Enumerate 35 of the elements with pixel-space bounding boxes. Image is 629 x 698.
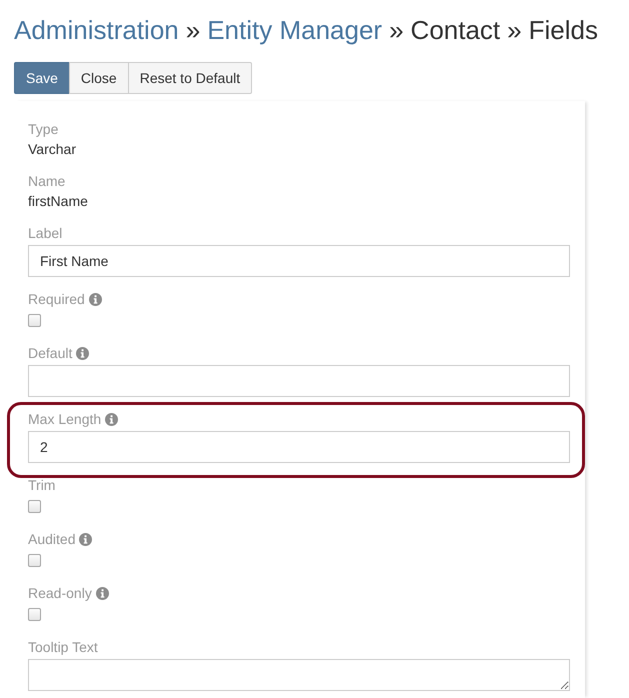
field-label: Name [28,172,66,191]
save-button[interactable]: Save [14,62,70,94]
field-value: Varchar [28,140,76,159]
checkbox[interactable] [28,608,41,621]
breadcrumb-separator: » [507,14,522,46]
field-label: Default [28,344,72,363]
field-label: Trim [28,476,56,495]
breadcrumb-item: Contact [410,14,500,46]
breadcrumb-item: Fields [528,14,598,46]
toolbar-button[interactable]: Reset to Default [128,62,252,94]
field-value: firstName [28,192,88,211]
field-label: Required [28,290,85,309]
info-icon[interactable] [79,532,92,546]
field-label: Audited [28,530,76,549]
info-icon[interactable] [76,346,90,360]
field-label: Label [28,224,62,243]
info-icon[interactable] [96,586,109,600]
text-input[interactable]: First Name [28,245,570,277]
field-label: Read-only [28,584,92,603]
info-icon[interactable] [88,292,102,306]
textarea-field[interactable] [28,659,570,691]
text-input[interactable]: 2 [28,431,570,463]
breadcrumb-link[interactable]: Administration [14,14,179,46]
toolbar-button[interactable]: Close [68,62,129,94]
field-label: Type [28,120,58,139]
checkbox[interactable] [28,500,41,513]
breadcrumb-separator: » [186,14,200,46]
checkbox[interactable] [28,554,41,567]
breadcrumb-separator: » [389,14,404,46]
checkbox[interactable] [28,314,41,327]
text-input[interactable] [28,365,570,397]
info-icon[interactable] [105,412,118,426]
breadcrumb-link[interactable]: Entity Manager [207,14,382,46]
field-label: Tooltip Text [28,638,98,657]
field-label: Max Length [28,410,102,429]
